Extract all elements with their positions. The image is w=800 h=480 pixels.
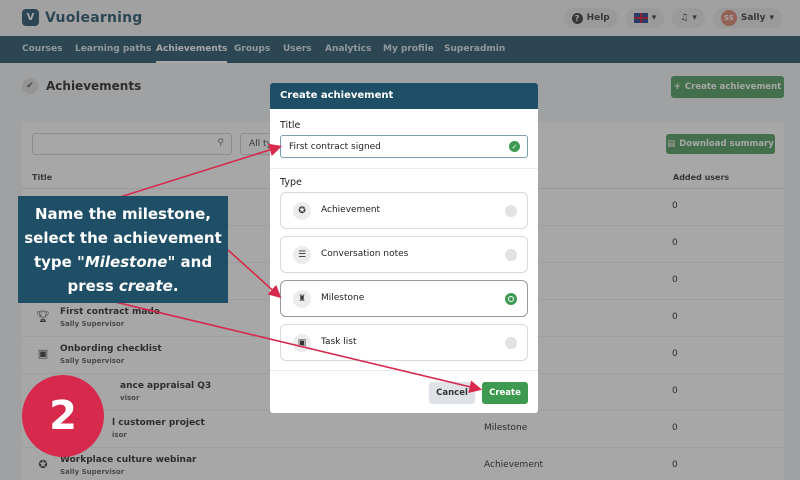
instruction-text: . bbox=[172, 277, 179, 295]
option-label: Conversation notes bbox=[321, 249, 409, 259]
radio-button-selected[interactable] bbox=[505, 293, 517, 305]
title-label: Title bbox=[280, 120, 301, 131]
type-option-task-list[interactable]: ▣ Task list bbox=[280, 324, 528, 361]
option-label: Task list bbox=[321, 337, 357, 347]
title-input[interactable]: First contract signed ✓ bbox=[280, 135, 528, 158]
instruction-line-3: type "Milestone" and bbox=[18, 250, 228, 274]
type-option-milestone[interactable]: ♜ Milestone bbox=[280, 280, 528, 317]
divider bbox=[270, 168, 538, 169]
cancel-button[interactable]: Cancel bbox=[429, 382, 475, 404]
instruction-text: type " bbox=[33, 253, 85, 271]
trophy-icon: ♜ bbox=[293, 290, 311, 308]
type-label: Type bbox=[280, 177, 302, 188]
instruction-emphasis: create bbox=[118, 277, 173, 295]
instruction-text: " and bbox=[167, 253, 213, 271]
type-option-conversation-notes[interactable]: ☰ Conversation notes bbox=[280, 236, 528, 273]
dialog-title: Create achievement bbox=[270, 83, 538, 109]
option-label: Achievement bbox=[321, 205, 381, 215]
radio-button[interactable] bbox=[505, 337, 517, 349]
radio-button[interactable] bbox=[505, 249, 517, 261]
medal-icon: ✪ bbox=[293, 202, 311, 220]
type-option-achievement[interactable]: ✪ Achievement bbox=[280, 192, 528, 229]
create-achievement-dialog: Create achievement Title First contract … bbox=[270, 83, 538, 413]
instruction-line-2: select the achievement bbox=[24, 229, 222, 247]
instruction-emphasis: Milestone bbox=[84, 253, 168, 271]
instruction-text: press bbox=[67, 277, 119, 295]
check-icon: ✓ bbox=[509, 141, 520, 152]
chat-icon: ☰ bbox=[293, 246, 311, 264]
create-button[interactable]: Create bbox=[482, 382, 528, 404]
step-number-badge: 2 bbox=[22, 375, 104, 457]
instruction-line-1: Name the milestone, bbox=[35, 205, 211, 223]
title-input-value: First contract signed bbox=[289, 142, 381, 152]
instruction-callout: Name the milestone, select the achieveme… bbox=[18, 196, 228, 303]
instruction-line-4: press create. bbox=[18, 274, 228, 298]
option-label: Milestone bbox=[321, 293, 365, 303]
clipboard-icon: ▣ bbox=[293, 334, 311, 352]
radio-button[interactable] bbox=[505, 205, 517, 217]
divider bbox=[270, 370, 538, 371]
